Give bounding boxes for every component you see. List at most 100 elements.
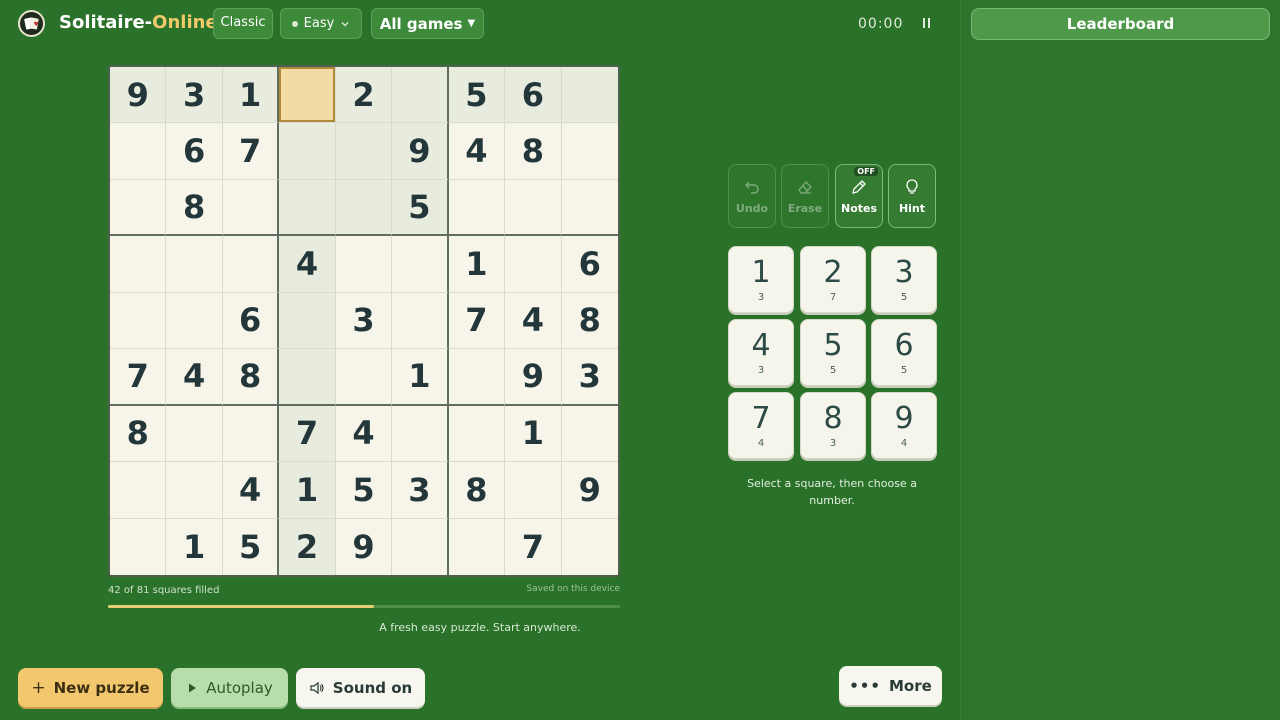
board-cell[interactable]: 1 (448, 236, 506, 293)
number-key-8[interactable]: 83 (800, 392, 866, 459)
new-puzzle-button[interactable]: + New puzzle (18, 668, 163, 707)
board-cell[interactable]: 5 (222, 518, 280, 575)
board-cell[interactable] (279, 179, 336, 237)
board-cell[interactable] (110, 236, 167, 293)
board-cell[interactable] (335, 349, 393, 406)
number-key-1[interactable]: 13 (728, 246, 794, 313)
board-cell[interactable]: 8 (448, 462, 506, 519)
board-cell[interactable]: 6 (561, 236, 618, 293)
board-cell[interactable]: 4 (166, 349, 223, 406)
board-cell[interactable]: 7 (110, 349, 167, 406)
board-cell[interactable] (448, 518, 506, 575)
board-cell[interactable]: 9 (561, 462, 618, 519)
board-cell[interactable] (110, 518, 167, 575)
board-cell[interactable] (166, 292, 223, 350)
notes-button[interactable]: OFF Notes (835, 164, 883, 228)
pause-icon[interactable] (919, 16, 933, 30)
board-cell[interactable] (279, 123, 336, 180)
board-cell[interactable] (110, 179, 167, 237)
undo-button[interactable]: Undo (728, 164, 776, 228)
board-cell[interactable]: 4 (279, 236, 336, 293)
erase-button[interactable]: Erase (781, 164, 829, 228)
board-cell[interactable]: 6 (505, 67, 562, 124)
board-cell[interactable] (279, 349, 336, 406)
board-cell[interactable]: 1 (505, 405, 562, 463)
board-cell[interactable] (166, 405, 223, 463)
board-cell[interactable]: 9 (110, 67, 167, 124)
board-cell[interactable]: 7 (505, 518, 562, 575)
board-cell[interactable]: 7 (222, 123, 280, 180)
board-cell[interactable] (110, 123, 167, 180)
number-key-9[interactable]: 94 (871, 392, 937, 459)
board-cell[interactable] (335, 123, 393, 180)
board-cell[interactable]: 3 (335, 292, 393, 350)
board-cell[interactable] (222, 236, 280, 293)
difficulty-dropdown[interactable]: Easy (280, 8, 362, 39)
board-cell[interactable]: 8 (505, 123, 562, 180)
board-cell[interactable] (335, 236, 393, 293)
board-cell[interactable]: 4 (335, 405, 393, 463)
board-cell[interactable] (505, 236, 562, 293)
board-cell[interactable] (561, 405, 618, 463)
board-cell[interactable]: 8 (222, 349, 280, 406)
board-cell[interactable]: 4 (448, 123, 506, 180)
board-cell[interactable] (110, 462, 167, 519)
more-button[interactable]: ••• More (839, 666, 942, 705)
cards-logo-icon[interactable]: ♥ (18, 10, 45, 37)
all-games-menu[interactable]: All games ▼ (371, 8, 484, 39)
board-cell[interactable] (448, 405, 506, 463)
leaderboard-button[interactable]: Leaderboard (971, 8, 1270, 40)
autoplay-button[interactable]: Autoplay (171, 668, 288, 707)
number-key-5[interactable]: 55 (800, 319, 866, 386)
board-cell[interactable] (392, 518, 449, 575)
hint-button[interactable]: Hint (888, 164, 936, 228)
board-cell[interactable]: 2 (279, 518, 336, 575)
board-cell[interactable] (110, 292, 167, 350)
brand-title[interactable]: Solitaire-Online (59, 12, 218, 33)
board-cell[interactable] (448, 179, 506, 237)
board-cell[interactable]: 3 (392, 462, 449, 519)
board-cell[interactable]: 7 (448, 292, 506, 350)
number-key-6[interactable]: 65 (871, 319, 937, 386)
board-cell[interactable]: 2 (335, 67, 393, 124)
board-cell[interactable] (561, 67, 618, 124)
board-cell[interactable]: 8 (110, 405, 167, 463)
board-cell[interactable]: 5 (448, 67, 506, 124)
board-cell[interactable]: 5 (335, 462, 393, 519)
board-cell[interactable] (335, 179, 393, 237)
board-cell[interactable]: 3 (561, 349, 618, 406)
board-cell[interactable]: 1 (392, 349, 449, 406)
board-cell[interactable] (448, 349, 506, 406)
board-cell[interactable]: 9 (335, 518, 393, 575)
board-cell[interactable] (279, 67, 336, 124)
board-cell[interactable]: 7 (279, 405, 336, 463)
number-key-4[interactable]: 43 (728, 319, 794, 386)
board-cell[interactable] (392, 405, 449, 463)
board-cell[interactable]: 8 (166, 179, 223, 237)
board-cell[interactable]: 3 (166, 67, 223, 124)
board-cell[interactable] (505, 179, 562, 237)
board-cell[interactable]: 5 (392, 179, 449, 237)
board-cell[interactable] (505, 462, 562, 519)
board-cell[interactable] (222, 179, 280, 237)
board-cell[interactable]: 9 (505, 349, 562, 406)
board-cell[interactable] (561, 123, 618, 180)
board-cell[interactable] (392, 67, 449, 124)
number-key-7[interactable]: 74 (728, 392, 794, 459)
board-cell[interactable] (166, 236, 223, 293)
board-cell[interactable]: 4 (222, 462, 280, 519)
board-cell[interactable]: 8 (561, 292, 618, 350)
board-cell[interactable] (561, 518, 618, 575)
number-key-3[interactable]: 35 (871, 246, 937, 313)
board-cell[interactable] (392, 292, 449, 350)
number-key-2[interactable]: 27 (800, 246, 866, 313)
board-cell[interactable]: 4 (505, 292, 562, 350)
sound-toggle-button[interactable]: Sound on (296, 668, 425, 707)
board-cell[interactable]: 9 (392, 123, 449, 180)
board-cell[interactable]: 1 (166, 518, 223, 575)
board-cell[interactable] (561, 179, 618, 237)
board-cell[interactable] (222, 405, 280, 463)
board-cell[interactable] (279, 292, 336, 350)
mode-chip[interactable]: Classic (213, 8, 273, 39)
board-cell[interactable]: 6 (166, 123, 223, 180)
